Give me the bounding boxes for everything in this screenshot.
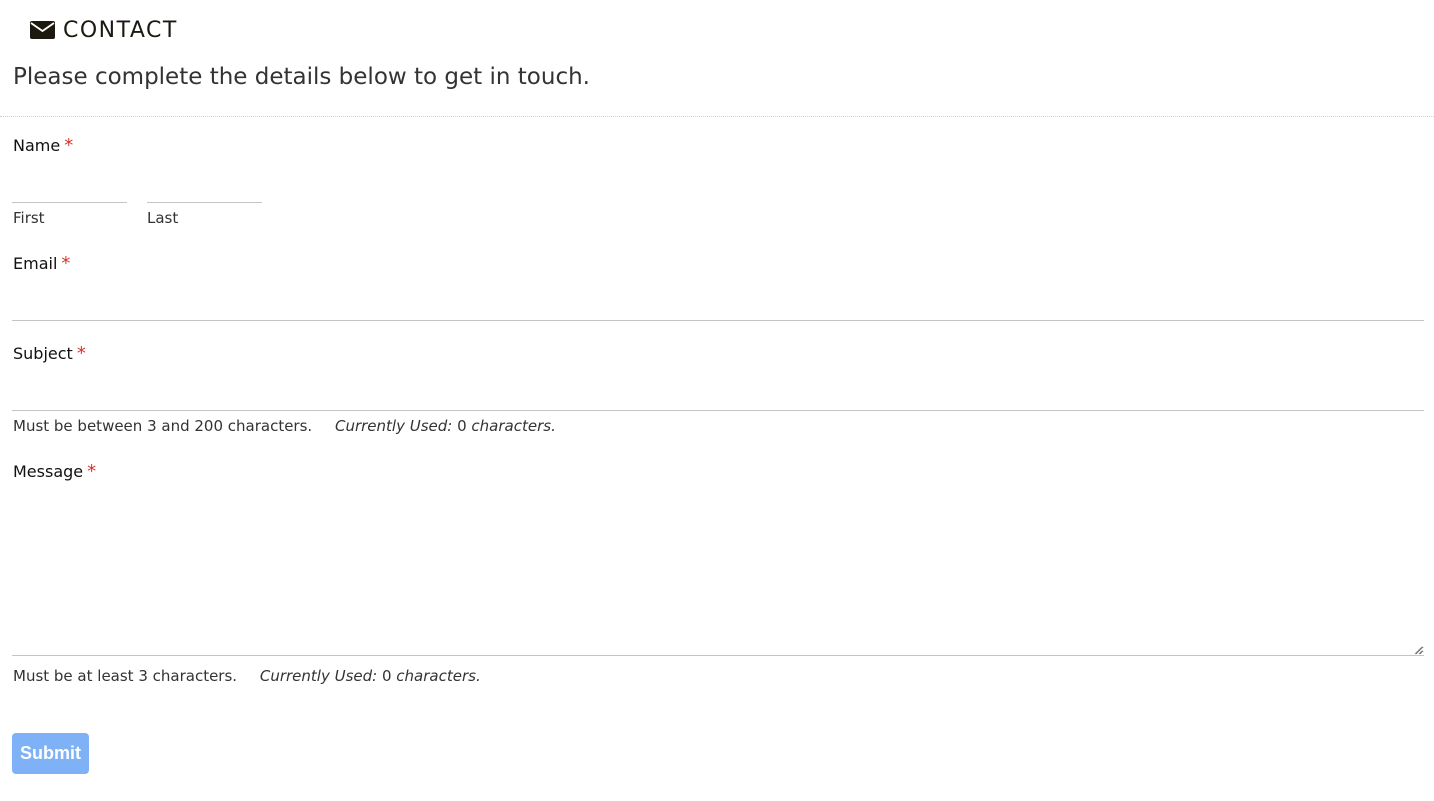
subject-used-count: 0 <box>457 417 467 435</box>
message-used-prefix: Currently Used: <box>259 667 378 685</box>
message-hint: Must be at least 3 characters. Currently… <box>13 667 481 685</box>
page-title: CONTACT <box>63 17 178 43</box>
submit-button[interactable]: Submit <box>12 733 89 774</box>
header-divider <box>0 116 1434 117</box>
envelope-icon <box>30 21 55 39</box>
subject-used-counter: Currently Used: 0 characters. <box>335 417 556 435</box>
resize-handle-icon[interactable] <box>1413 645 1423 655</box>
required-marker: * <box>64 135 74 156</box>
intro-text: Please complete the details below to get… <box>13 64 590 90</box>
required-marker: * <box>76 343 86 364</box>
first-name-sublabel: First <box>13 209 45 227</box>
page-header: CONTACT <box>30 14 178 46</box>
email-field[interactable] <box>12 290 1424 321</box>
subject-used-prefix: Currently Used: <box>334 417 453 435</box>
message-used-suffix: characters. <box>396 667 481 685</box>
name-label: Name * <box>13 135 73 156</box>
message-used-counter: Currently Used: 0 characters. <box>260 667 481 685</box>
message-label: Message * <box>13 461 96 482</box>
last-name-sublabel: Last <box>147 209 179 227</box>
email-label: Email * <box>13 253 70 274</box>
first-name-input[interactable] <box>12 181 127 203</box>
subject-hint-text: Must be between 3 and 200 characters. <box>13 417 313 435</box>
name-label-text: Name <box>13 136 61 155</box>
required-marker: * <box>61 253 71 274</box>
subject-used-suffix: characters. <box>471 417 556 435</box>
message-label-text: Message <box>13 462 84 481</box>
subject-hint: Must be between 3 and 200 characters. Cu… <box>13 417 556 435</box>
message-textarea[interactable] <box>12 494 1424 656</box>
last-name-input[interactable] <box>147 181 262 203</box>
subject-label: Subject * <box>13 343 86 364</box>
required-marker: * <box>87 461 97 482</box>
message-used-count: 0 <box>381 667 392 685</box>
email-label-text: Email <box>13 254 58 273</box>
message-hint-text: Must be at least 3 characters. <box>13 667 238 685</box>
subject-input[interactable] <box>12 380 1424 411</box>
subject-label-text: Subject <box>13 344 73 363</box>
contact-page: CONTACT Please complete the details belo… <box>0 0 1434 801</box>
